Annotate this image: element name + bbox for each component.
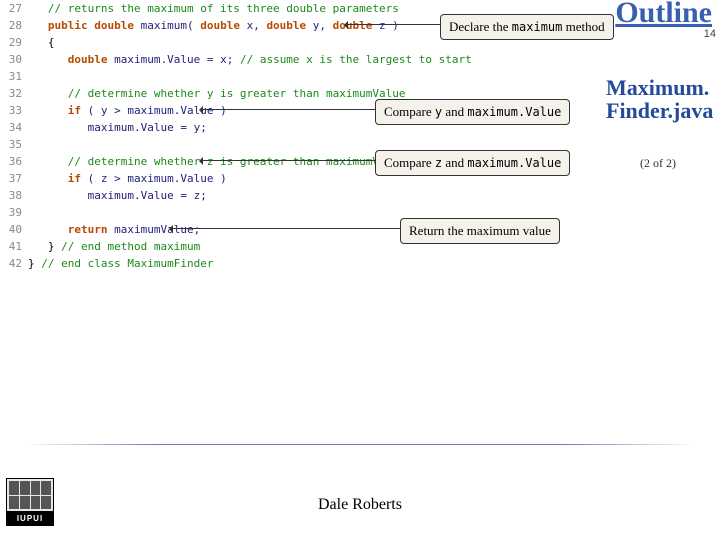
filename-sub: (2 of 2) [640, 156, 676, 171]
line-number: 30 [0, 53, 28, 66]
line-number: 36 [0, 155, 28, 168]
code-line: { [28, 36, 55, 49]
callout-return: Return the maximum value [400, 218, 560, 244]
line-number: 31 [0, 70, 28, 83]
line-number: 39 [0, 206, 28, 219]
line-number: 35 [0, 138, 28, 151]
callout-declare: Declare the maximum method [440, 14, 614, 40]
arrow [200, 160, 375, 161]
code-line: } // end method maximum [28, 240, 200, 253]
arrow [170, 228, 400, 229]
code-line: maximum.Value = z; [28, 189, 207, 202]
iupui-logo: IUPUI [6, 478, 54, 526]
footer-author: Dale Roberts [0, 496, 720, 514]
callout-compare-z: Compare z and maximum.Value [375, 150, 570, 176]
line-number: 37 [0, 172, 28, 185]
code-line: // determine whether z is greater than m… [28, 155, 406, 168]
line-number: 33 [0, 104, 28, 117]
arrow [345, 24, 440, 25]
callout-compare-y: Compare y and maximum.Value [375, 99, 570, 125]
line-number: 32 [0, 87, 28, 100]
outline-title: Outline [615, 0, 712, 30]
code-line: maximum.Value = y; [28, 121, 207, 134]
line-number: 38 [0, 189, 28, 202]
line-number: 28 [0, 19, 28, 32]
line-number: 41 [0, 240, 28, 253]
arrow [200, 109, 375, 110]
code-line: // determine whether y is greater than m… [28, 87, 406, 100]
line-number: 42 [0, 257, 28, 270]
line-number: 34 [0, 121, 28, 134]
logo-text: IUPUI [7, 511, 53, 525]
filename-label: Maximum.Finder.java [606, 76, 714, 122]
line-number: 29 [0, 36, 28, 49]
line-number: 27 [0, 2, 28, 15]
line-number: 40 [0, 223, 28, 236]
code-listing: 27 // returns the maximum of its three d… [0, 0, 720, 280]
slide-number: 14 [704, 28, 716, 40]
code-line: return maximumValue; [28, 223, 200, 236]
code-line: } // end class MaximumFinder [28, 257, 213, 270]
footer-divider [24, 444, 696, 445]
code-line: double maximum.Value = x; // assume x is… [28, 53, 472, 66]
code-line: if ( z > maximum.Value ) [28, 172, 227, 185]
code-line: // returns the maximum of its three doub… [28, 2, 399, 15]
